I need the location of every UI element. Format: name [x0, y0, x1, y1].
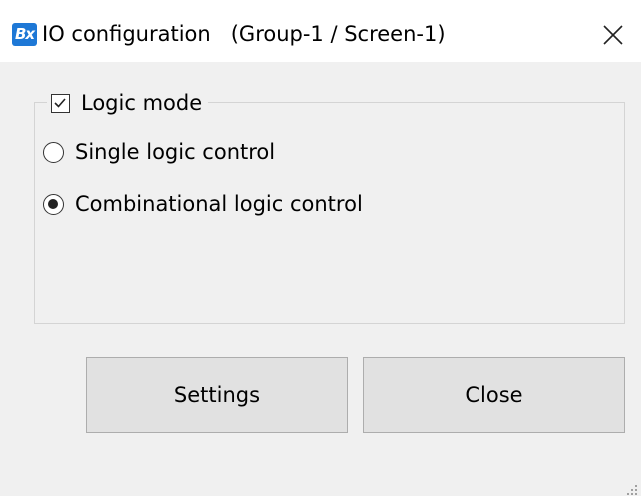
- settings-button[interactable]: Settings: [86, 357, 348, 433]
- io-configuration-dialog: Bx IO configuration (Group-1 / Screen-1)…: [0, 0, 641, 496]
- single-logic-control-option[interactable]: Single logic control: [43, 137, 275, 167]
- resize-grip-icon[interactable]: [626, 481, 638, 495]
- app-logo-icon: Bx: [12, 23, 37, 46]
- title-bar: Bx IO configuration (Group-1 / Screen-1): [0, 0, 641, 62]
- radio-selected-dot: [48, 198, 58, 209]
- window-title: IO configuration (Group-1 / Screen-1): [42, 22, 446, 46]
- logic-mode-toggle[interactable]: Logic mode: [47, 88, 209, 118]
- logic-mode-checkbox[interactable]: [51, 93, 70, 113]
- single-logic-control-radio[interactable]: [43, 141, 64, 163]
- combinational-logic-control-option[interactable]: Combinational logic control: [43, 189, 363, 219]
- close-window-icon[interactable]: [599, 21, 627, 49]
- combinational-logic-control-radio[interactable]: [43, 193, 64, 215]
- single-logic-control-label: Single logic control: [75, 140, 276, 164]
- checkmark-icon: [54, 97, 66, 108]
- close-button[interactable]: Close: [363, 357, 625, 433]
- logic-mode-label: Logic mode: [81, 91, 203, 115]
- combinational-logic-control-label: Combinational logic control: [75, 192, 363, 216]
